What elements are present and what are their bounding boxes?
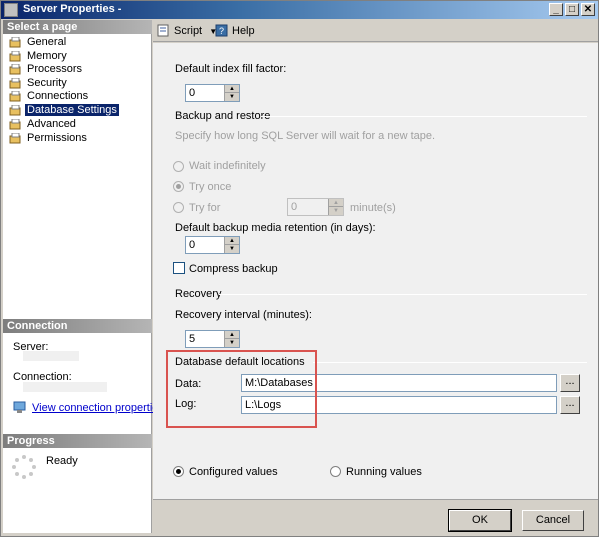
running-values-radio[interactable] bbox=[330, 466, 341, 477]
recovery-interval-value: 5 bbox=[189, 333, 196, 345]
sidebar-item-label: General bbox=[27, 36, 67, 48]
sidebar-item-advanced[interactable]: Advanced bbox=[9, 118, 76, 131]
sidebar-item-label: Advanced bbox=[27, 118, 76, 130]
retention-value: 0 bbox=[189, 239, 196, 251]
progress-header: Progress bbox=[3, 434, 152, 448]
try-for-radio[interactable] bbox=[173, 202, 184, 213]
script-icon bbox=[157, 24, 169, 37]
sidebar-item-label: Database Settings bbox=[25, 104, 119, 116]
minimize-button[interactable]: _ bbox=[549, 3, 563, 16]
spinner-arrows[interactable]: ▲ ▼ bbox=[224, 331, 239, 347]
arrow-up-icon[interactable]: ▲ bbox=[225, 331, 239, 339]
wait-indefinitely-label: Wait indefinitely bbox=[189, 160, 266, 172]
connection-properties-icon bbox=[13, 401, 26, 413]
recovery-interval-label: Recovery interval (minutes): bbox=[175, 309, 312, 321]
sidebar-item-general[interactable]: General bbox=[9, 36, 66, 49]
arrow-up-icon[interactable]: ▲ bbox=[225, 237, 239, 245]
sidebar-item-label: Connections bbox=[27, 90, 89, 102]
arrow-down-icon[interactable]: ▼ bbox=[225, 339, 239, 347]
sidebar-item-label: Memory bbox=[27, 50, 67, 62]
title-bar[interactable]: Server Properties - _ □ ✕ bbox=[1, 1, 598, 19]
highlight-annotation bbox=[166, 350, 317, 428]
sidebar-item-connections[interactable]: Connections bbox=[9, 90, 88, 103]
close-button[interactable]: ✕ bbox=[581, 3, 595, 16]
fill-factor-value: 0 bbox=[189, 87, 196, 99]
sidebar-item-permissions[interactable]: Permissions bbox=[9, 132, 87, 145]
arrow-down-icon[interactable]: ▼ bbox=[329, 207, 343, 215]
retention-spinner[interactable]: 0 ▲ ▼ bbox=[185, 236, 240, 254]
sidebar-item-label: Permissions bbox=[27, 132, 87, 144]
ok-button[interactable]: OK bbox=[448, 509, 512, 532]
help-label: Help bbox=[232, 25, 255, 37]
help-icon: ? bbox=[215, 24, 228, 37]
page-icon bbox=[9, 133, 21, 144]
try-for-label: Try for bbox=[189, 202, 221, 214]
compress-backup-checkbox[interactable] bbox=[173, 262, 185, 274]
spinner-arrows[interactable]: ▲ ▼ bbox=[328, 199, 343, 215]
page-icon bbox=[9, 51, 21, 62]
script-label: Script bbox=[174, 25, 203, 37]
page-icon bbox=[9, 78, 21, 89]
sidebar-item-label: Security bbox=[27, 77, 67, 89]
backup-group-title: Backup and restore bbox=[175, 110, 271, 122]
minutes-label: minute(s) bbox=[350, 202, 396, 214]
script-button[interactable]: Script ▼ bbox=[157, 23, 217, 39]
arrow-down-icon[interactable]: ▼ bbox=[225, 245, 239, 253]
page-icon bbox=[9, 105, 21, 116]
arrow-up-icon[interactable]: ▲ bbox=[329, 199, 343, 207]
window-icon bbox=[4, 3, 18, 17]
sidebar-item-memory[interactable]: Memory bbox=[9, 50, 67, 63]
help-button[interactable]: ? Help bbox=[215, 23, 255, 39]
view-connection-properties-link[interactable]: View connection properties bbox=[32, 402, 164, 414]
sidebar-item-security[interactable]: Security bbox=[9, 77, 67, 90]
try-for-value: 0 bbox=[291, 201, 298, 213]
arrow-up-icon[interactable]: ▲ bbox=[225, 85, 239, 93]
configured-values-label: Configured values bbox=[189, 466, 278, 478]
left-pane: Select a page General Memory Processors … bbox=[3, 20, 164, 533]
arrow-down-icon[interactable]: ▼ bbox=[225, 93, 239, 101]
dialog-button-bar: OK Cancel bbox=[153, 499, 598, 535]
toolbar: Script ▼ ? Help bbox=[153, 20, 598, 42]
server-properties-window: Server Properties - _ □ ✕ Select a page … bbox=[0, 0, 599, 537]
data-browse-button[interactable]: ... bbox=[560, 374, 580, 392]
select-page-header: Select a page bbox=[3, 20, 152, 34]
try-once-label: Try once bbox=[189, 181, 232, 193]
svg-text:?: ? bbox=[219, 26, 224, 36]
connection-header: Connection bbox=[3, 319, 152, 333]
settings-panel: Default index fill factor: 0 ▲ ▼ Backup a… bbox=[153, 43, 598, 499]
try-for-spinner[interactable]: 0 ▲ ▼ bbox=[287, 198, 344, 216]
connection-value-redacted bbox=[23, 382, 107, 392]
backup-description: Specify how long SQL Server will wait fo… bbox=[175, 130, 436, 142]
progress-spinner-icon bbox=[12, 455, 36, 479]
fill-factor-spinner[interactable]: 0 ▲ ▼ bbox=[185, 84, 240, 102]
cancel-button[interactable]: Cancel bbox=[522, 510, 584, 531]
recovery-group-divider bbox=[219, 294, 587, 295]
window-title: Server Properties - bbox=[23, 3, 122, 15]
locations-group-divider bbox=[313, 362, 587, 363]
compress-backup-label: Compress backup bbox=[189, 263, 278, 275]
try-once-radio[interactable] bbox=[173, 181, 184, 192]
recovery-interval-spinner[interactable]: 5 ▲ ▼ bbox=[185, 330, 240, 348]
spinner-arrows[interactable]: ▲ ▼ bbox=[224, 237, 239, 253]
spinner-arrows[interactable]: ▲ ▼ bbox=[224, 85, 239, 101]
sidebar-item-database-settings[interactable]: Database Settings bbox=[9, 104, 119, 117]
server-value-redacted bbox=[23, 351, 79, 361]
page-icon bbox=[9, 37, 21, 48]
maximize-button[interactable]: □ bbox=[565, 3, 579, 16]
log-browse-button[interactable]: ... bbox=[560, 396, 580, 414]
retention-label: Default backup media retention (in days)… bbox=[175, 222, 376, 234]
progress-status: Ready bbox=[46, 455, 78, 467]
sidebar-item-processors[interactable]: Processors bbox=[9, 63, 82, 76]
sidebar-item-label: Processors bbox=[27, 63, 83, 75]
page-icon bbox=[9, 119, 21, 130]
page-icon bbox=[9, 64, 21, 75]
backup-group-divider bbox=[261, 116, 587, 117]
wait-indefinitely-radio[interactable] bbox=[173, 161, 184, 172]
fill-factor-label: Default index fill factor: bbox=[175, 63, 287, 75]
page-icon bbox=[9, 91, 21, 102]
recovery-group-title: Recovery bbox=[175, 288, 222, 300]
configured-values-radio[interactable] bbox=[173, 466, 184, 477]
running-values-label: Running values bbox=[346, 466, 422, 478]
